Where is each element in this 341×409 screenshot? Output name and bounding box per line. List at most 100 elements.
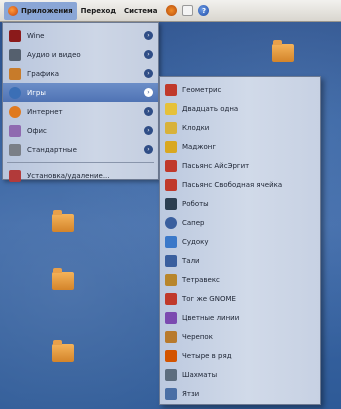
game-item[interactable]: Пасьянс Свободная ячейка [160,175,320,194]
firefox-icon[interactable] [166,5,178,16]
game-item[interactable]: Ятзи [160,384,320,403]
desktop-folder[interactable] [272,40,294,65]
places-menu-label: Переход [80,6,117,15]
game-item[interactable]: Тали [160,251,320,270]
game-item-label: Шахматы [182,370,218,379]
menu-item-label: Wine [27,31,45,40]
game-item-label: Цветные линии [182,313,240,322]
game-item[interactable]: Клодки [160,118,320,137]
system-menu-label: Система [124,6,158,15]
game-icon [165,311,177,324]
wine-icon [9,29,21,42]
menu-item-accessories[interactable]: Стандартные › [3,140,158,159]
game-item-label: Судоку [182,237,209,246]
menu-separator [7,162,154,163]
game-icon [165,197,177,210]
game-icon [165,368,177,381]
menu-item-label: Стандартные [27,145,77,154]
game-icon [165,121,177,134]
game-item-label: Ятзи [182,389,200,398]
system-menu-button[interactable]: Система [120,2,161,20]
menu-item-label: Графика [27,69,60,78]
menu-item-games[interactable]: Игры › [3,83,158,102]
submenu-arrow-icon: › [144,69,153,78]
game-icon [165,273,177,286]
menu-item-office[interactable]: Офис › [3,121,158,140]
menu-item-label: Офис [27,126,47,135]
game-item[interactable]: Черепок [160,327,320,346]
game-icon [165,235,177,248]
menu-item-internet[interactable]: Интернет › [3,102,158,121]
game-item[interactable]: Двадцать одна [160,99,320,118]
game-item[interactable]: Геометрис [160,80,320,99]
game-item-label: Тог же GNOME [182,294,236,303]
game-item-label: Геометрис [182,85,222,94]
game-item-label: Тали [182,256,200,265]
game-item[interactable]: Сапер [160,213,320,232]
desktop-folder[interactable] [52,268,74,293]
internet-icon [9,105,21,118]
menu-item-graphics[interactable]: Графика › [3,64,158,83]
game-item-label: Маджонг [182,142,217,151]
menu-item-label: Аудио и видео [27,50,81,59]
game-icon [165,83,177,96]
game-icon [165,159,177,172]
game-item[interactable]: Тетравекс [160,270,320,289]
game-item[interactable]: Цветные линии [160,308,320,327]
menu-item-audio-video[interactable]: Аудио и видео › [3,45,158,64]
folder-icon [52,268,74,290]
games-icon [9,86,21,99]
game-item-label: Роботы [182,199,209,208]
menu-item-install-remove[interactable]: Установка/удаление... [3,166,158,185]
folder-icon [52,210,74,232]
game-item[interactable]: Пасьянс АйсЭргит [160,156,320,175]
game-icon [165,140,177,153]
game-icon [165,330,177,343]
submenu-arrow-icon: › [144,107,153,116]
game-item-label: Пасьянс АйсЭргит [182,161,250,170]
desktop-folder[interactable] [52,210,74,235]
applications-menu-button[interactable]: Приложения [4,1,77,20]
game-icon [165,349,177,362]
audio-video-icon [9,48,21,61]
menu-item-label: Интернет [27,107,63,116]
game-item-label: Пасьянс Свободная ячейка [182,180,283,189]
menu-item-label: Игры [27,88,46,97]
game-item[interactable]: Шахматы [160,365,320,384]
accessories-icon [9,143,21,156]
menu-item-wine[interactable]: Wine › [3,26,158,45]
game-icon [165,292,177,305]
notes-icon[interactable] [182,5,194,16]
submenu-arrow-icon: › [144,145,153,154]
game-icon [165,178,177,191]
help-icon[interactable]: ? [198,5,210,16]
games-submenu: Геометрис Двадцать одна Клодки Маджонг П… [159,76,321,405]
top-panel: Приложения Переход Система ? [0,0,341,22]
game-item[interactable]: Судоку [160,232,320,251]
gnome-foot-icon [8,5,18,16]
game-item-label: Клодки [182,123,210,132]
game-icon [165,387,177,400]
help-glyph: ? [201,6,206,15]
submenu-arrow-icon: › [144,126,153,135]
submenu-arrow-icon: › [144,88,153,97]
game-item[interactable]: Тог же GNOME [160,289,320,308]
game-item-label: Четыре в ряд [182,351,232,360]
submenu-arrow-icon: › [144,50,153,59]
desktop-folder[interactable] [52,340,74,365]
game-icon [165,102,177,115]
game-item-label: Тетравекс [182,275,220,284]
applications-menu: Wine › Аудио и видео › Графика › Игры › … [2,22,159,182]
game-item[interactable]: Роботы [160,194,320,213]
folder-icon [272,40,294,62]
folder-icon [52,340,74,362]
game-item[interactable]: Четыре в ряд [160,346,320,365]
game-icon [165,216,177,229]
game-item-label: Черепок [182,332,213,341]
game-item[interactable]: Маджонг [160,137,320,156]
install-remove-icon [9,169,21,182]
places-menu-button[interactable]: Переход [77,2,120,20]
submenu-arrow-icon: › [144,31,153,40]
game-item-label: Двадцать одна [182,104,239,113]
menu-item-label: Установка/удаление... [27,171,110,180]
